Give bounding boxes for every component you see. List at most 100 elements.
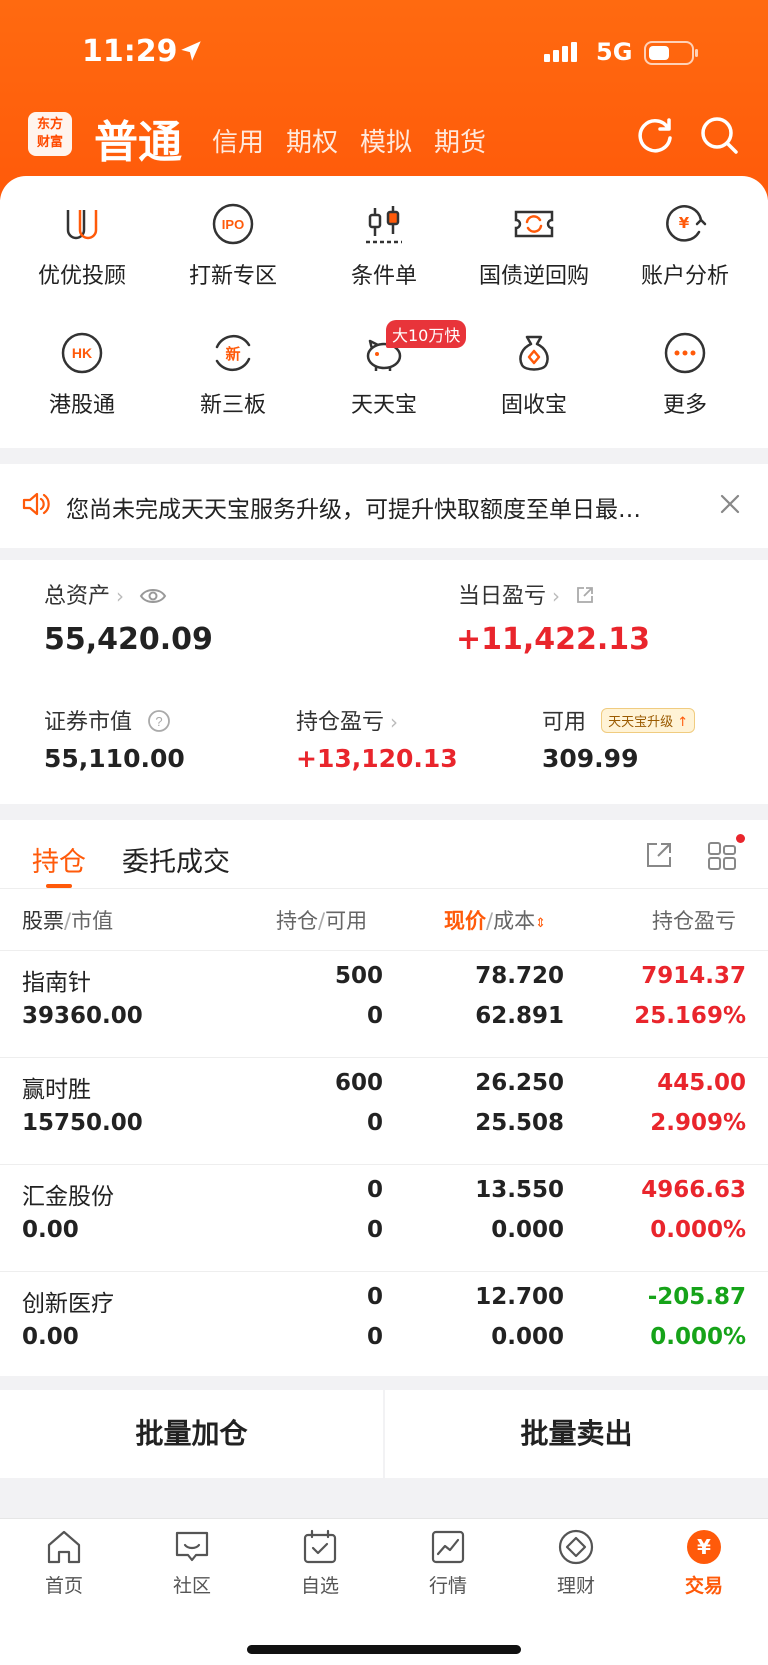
tab-orders-trades[interactable]: 委托成交 [122, 840, 230, 879]
menu-item-fixed-income[interactable]: 固收宝 [459, 331, 609, 419]
share-out-icon[interactable] [575, 585, 595, 605]
logo-text-line1: 东方 [36, 117, 63, 132]
market-value-label-row[interactable]: 证券市值 ? [44, 704, 171, 736]
nav-market[interactable]: 行情 [384, 1527, 512, 1598]
nav-wealth[interactable]: 理财 [512, 1527, 640, 1598]
batch-sell-button[interactable]: 批量卖出 [385, 1390, 768, 1478]
line-chart-icon [431, 1530, 465, 1564]
stock-price: 12.700 [475, 1284, 564, 1310]
nav-watchlist[interactable]: 自选 [256, 1527, 384, 1598]
nav-label: 交易 [684, 1575, 723, 1597]
stock-hold: 0 [366, 1284, 383, 1310]
available-label: 可用 [542, 710, 587, 735]
menu-item-conditional-order[interactable]: 条件单 [309, 202, 459, 290]
stock-pl: -205.87 [647, 1284, 746, 1310]
menu-label: 条件单 [350, 264, 417, 289]
nav-label: 首页 [44, 1575, 83, 1597]
stock-pl: 445.00 [657, 1070, 746, 1096]
menu-item-youyou-advisor[interactable]: 优优投顾 [7, 202, 157, 290]
stock-pl: 4966.63 [641, 1177, 746, 1203]
assets-summary-card: 总资产 › 55,420.09 当日盈亏 › +11,422.13 证券市值 ? 5… [0, 560, 768, 804]
nav-community[interactable]: 社区 [128, 1527, 256, 1598]
menu-label: 账户分析 [640, 264, 729, 289]
menu-label: 固收宝 [500, 393, 567, 418]
youyou-advisor-icon [66, 210, 98, 240]
total-assets-value: 55,420.09 [44, 622, 213, 657]
col-cost: 成本 [493, 909, 536, 933]
tab-simulation[interactable]: 模拟 [360, 122, 412, 159]
market-value: 55,110.00 [44, 744, 185, 773]
ipo-icon-text: IPO [222, 217, 244, 232]
nav-label: 自选 [300, 1575, 339, 1597]
market-value-label: 证券市值 [44, 710, 133, 735]
watchlist-check-icon [303, 1529, 337, 1564]
menu-label: 优优投顾 [37, 264, 126, 289]
upgrade-badge-text: 天天宝升级 [608, 715, 674, 730]
batch-add-button[interactable]: 批量加仓 [0, 1390, 383, 1478]
chevron-right-icon: › [390, 710, 399, 734]
nav-home[interactable]: 首页 [0, 1527, 128, 1598]
menu-item-more[interactable]: 更多 [610, 331, 760, 419]
promo-badge: 大10万快 [386, 320, 467, 348]
menu-item-treasury-repo[interactable]: 国债逆回购 [459, 202, 609, 290]
table-row[interactable]: 赢时胜 15750.00 600 0 26.250 25.508 445.00 … [0, 1057, 768, 1164]
refresh-icon[interactable] [634, 114, 676, 156]
close-icon[interactable] [718, 492, 742, 516]
stock-hold: 600 [334, 1070, 383, 1096]
stock-pl-pct: 25.169% [634, 1003, 746, 1029]
stock-hold: 0 [366, 1177, 383, 1203]
stock-usable: 0 [366, 1003, 383, 1029]
daily-pl-label-row[interactable]: 当日盈亏 › [458, 578, 595, 610]
positions-panel: 持仓 委托成交 股票/市值 持仓/可用 现价/成本⇕ 持仓盈亏 指南针 3936… [0, 820, 768, 1376]
menu-item-account-analysis[interactable]: ¥ 账户分析 [610, 202, 760, 290]
tiantianbao-upgrade-badge[interactable]: 天天宝升级 ↑ [601, 708, 696, 733]
tab-futures[interactable]: 期货 [434, 122, 486, 159]
status-bar: 11:29 5G [0, 30, 768, 80]
stock-cost: 62.891 [475, 1003, 564, 1029]
nav-label: 理财 [556, 1575, 595, 1597]
hk-icon-text: HK [72, 345, 92, 361]
col-price-cost[interactable]: 现价/成本⇕ [444, 905, 546, 935]
xin-icon-text: 新 [225, 345, 240, 363]
notification-dot [736, 834, 745, 843]
stock-name: 赢时胜 [22, 1077, 91, 1103]
tab-holdings[interactable]: 持仓 [32, 840, 86, 879]
stock-price: 78.720 [475, 963, 564, 989]
menu-item-new-third-board[interactable]: 新 新三板 [158, 331, 308, 419]
status-time: 11:29 [82, 34, 178, 69]
menu-item-hk-connect[interactable]: HK 港股通 [7, 331, 157, 419]
more-icon [664, 332, 706, 374]
stock-cost: 25.508 [475, 1110, 564, 1136]
stock-usable: 0 [366, 1324, 383, 1350]
account-analysis-icon: ¥ [666, 205, 707, 242]
col-usable: 可用 [325, 909, 368, 933]
search-icon[interactable] [698, 114, 740, 156]
col-hold: 持仓 [276, 909, 318, 933]
brand-logo: 东方 财富 [28, 112, 72, 156]
position-pl-label-row[interactable]: 持仓盈亏 › [296, 704, 398, 736]
table-row[interactable]: 汇金股份 0.00 0 0 13.550 0.000 4966.63 0.000… [0, 1164, 768, 1271]
tab-normal-account[interactable]: 普通 [94, 106, 182, 170]
svg-text:¥: ¥ [679, 214, 690, 232]
hk-connect-icon: HK [61, 332, 103, 374]
stock-pl-pct: 0.000% [650, 1324, 746, 1350]
arrow-up-icon: ↑ [673, 715, 689, 730]
eye-icon[interactable] [139, 587, 167, 605]
upgrade-notice-banner[interactable]: 您尚未完成天天宝服务升级，可提升快取额度至单日最… [0, 464, 768, 548]
total-assets-label-row[interactable]: 总资产 › [44, 578, 167, 610]
help-icon[interactable]: ? [147, 709, 171, 733]
nav-trade[interactable]: ¥ 交易 [640, 1527, 768, 1598]
table-row[interactable]: 指南针 39360.00 500 0 78.720 62.891 7914.37… [0, 950, 768, 1057]
tab-options[interactable]: 期权 [286, 122, 338, 159]
tab-credit[interactable]: 信用 [212, 122, 264, 159]
stock-name: 指南针 [22, 970, 91, 996]
menu-label: 天天宝 [350, 393, 417, 418]
stock-name: 汇金股份 [22, 1184, 114, 1210]
available-label-row: 可用 天天宝升级 ↑ [542, 704, 696, 736]
share-out-icon[interactable] [644, 840, 674, 870]
daily-pl-label: 当日盈亏 [458, 584, 547, 609]
grid-layout-icon[interactable] [706, 840, 738, 872]
menu-item-ipo-zone[interactable]: IPO 打新专区 [158, 202, 308, 290]
table-row[interactable]: 创新医疗 0.00 0 0 12.700 0.000 -205.87 0.000… [0, 1271, 768, 1378]
col-stock: 股票 [22, 909, 64, 933]
